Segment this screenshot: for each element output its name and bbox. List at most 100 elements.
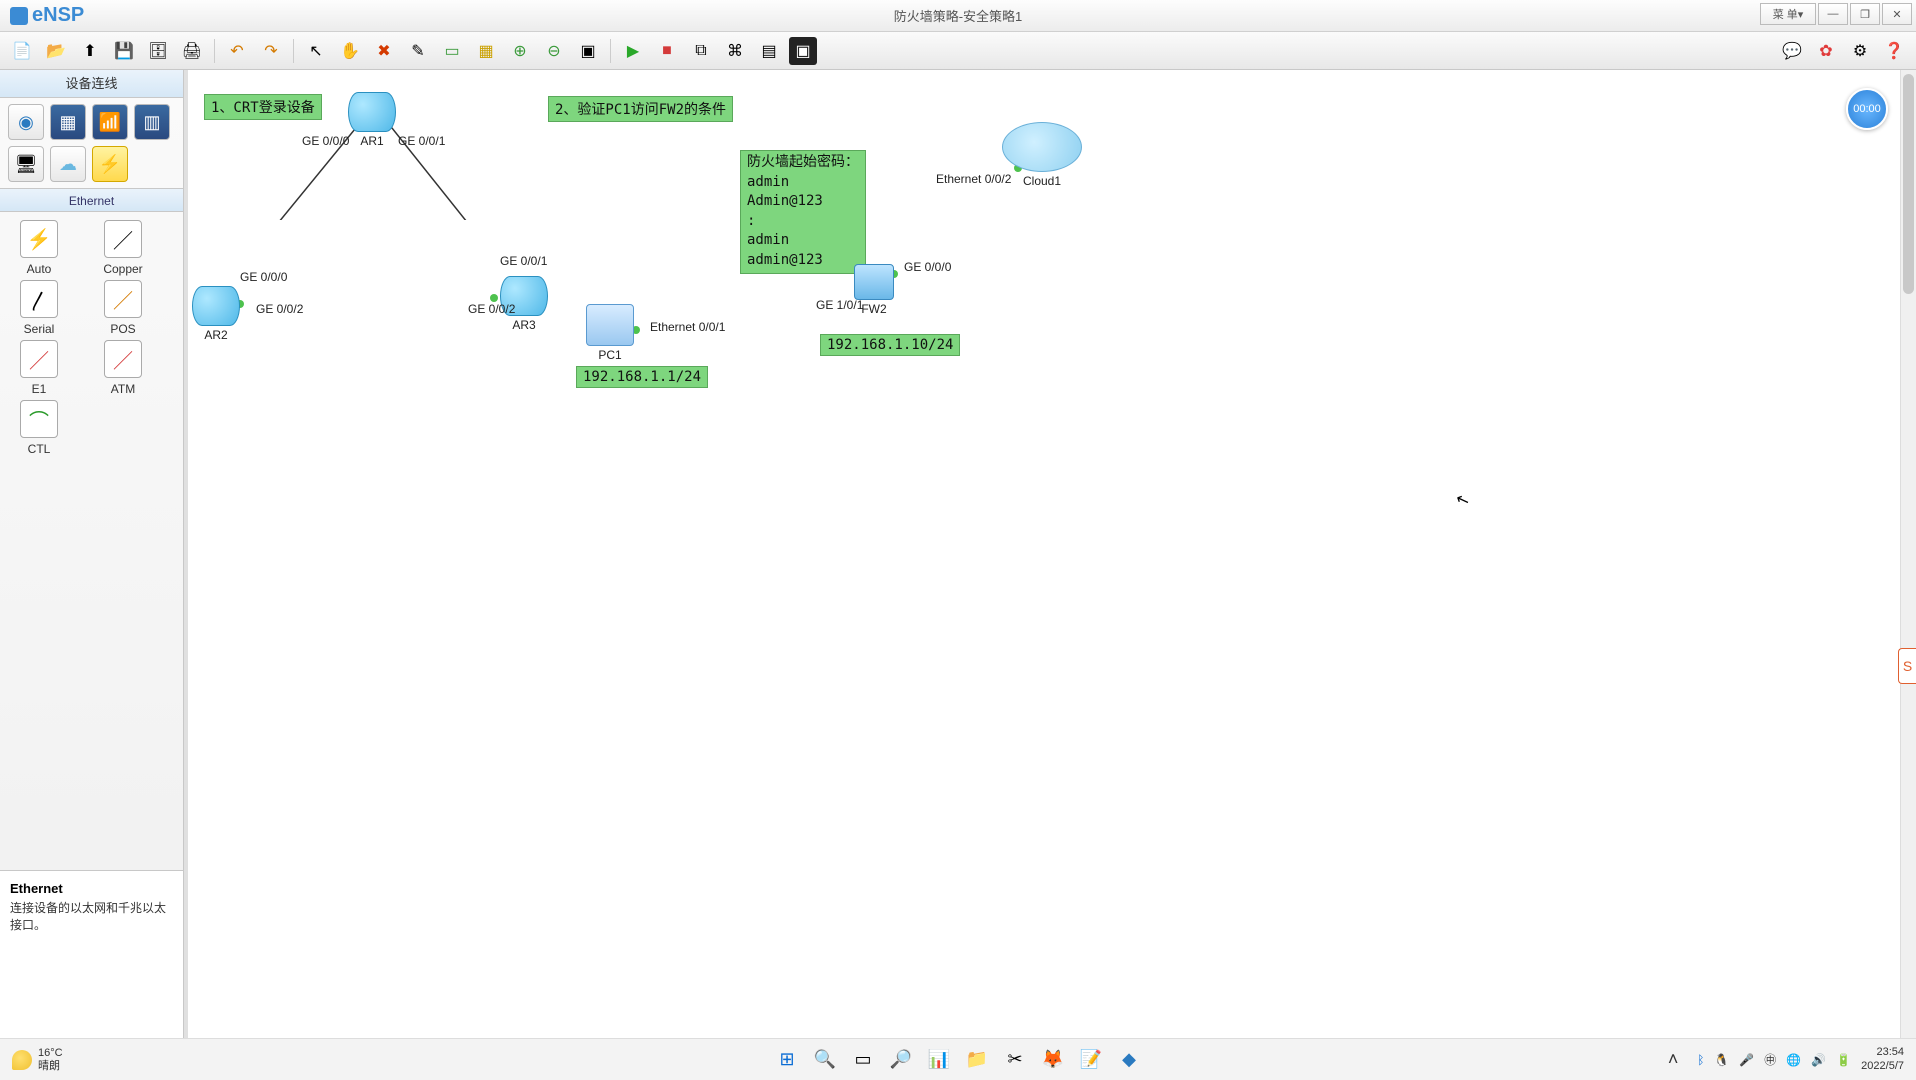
category-cloud[interactable]: ☁: [50, 146, 86, 182]
screenshot-button[interactable]: ▣: [789, 37, 817, 65]
notes-app[interactable]: 📝: [1077, 1046, 1105, 1074]
category-router[interactable]: ◉: [8, 104, 44, 140]
everything-app[interactable]: 🔎: [887, 1046, 915, 1074]
note-ip-pc1[interactable]: 192.168.1.1/24: [576, 366, 708, 388]
ensp-app[interactable]: ◆: [1115, 1046, 1143, 1074]
fit-button[interactable]: ▣: [574, 37, 602, 65]
category-row-2: 🖥 ☁ ⚡: [0, 146, 183, 188]
select-tool-button[interactable]: ↖: [302, 37, 330, 65]
ime-icon[interactable]: ㊥: [1764, 1051, 1776, 1068]
device-ar1[interactable]: AR1: [348, 92, 396, 148]
note-button[interactable]: ▭: [438, 37, 466, 65]
save-as-button[interactable]: 🗄: [144, 37, 172, 65]
undo-button[interactable]: ↶: [223, 37, 251, 65]
feedback-button[interactable]: 💬: [1778, 37, 1806, 65]
link-ctl[interactable]: ⌒CTL: [6, 400, 72, 456]
link-pos[interactable]: ／POS: [90, 280, 156, 336]
new-topo-button[interactable]: 📄: [8, 37, 36, 65]
mouse-cursor: ↖: [1453, 488, 1472, 511]
logo-icon: [10, 7, 28, 25]
title-bar: eNSP 防火墙策略-安全策略1 菜 单▾ — ❐ ✕: [0, 0, 1916, 32]
device-ar2[interactable]: AR2: [192, 286, 240, 342]
tray-expand[interactable]: ˄: [1659, 1046, 1687, 1074]
capture-button[interactable]: ⧉: [687, 37, 715, 65]
port-label: GE 0/0/0: [240, 270, 287, 284]
taskbar-weather[interactable]: 16°C 晴朗: [0, 1047, 75, 1071]
start-button[interactable]: ▶: [619, 37, 647, 65]
firewall-icon: [854, 264, 894, 300]
pc-icon: [586, 304, 634, 346]
file-explorer[interactable]: 📁: [963, 1046, 991, 1074]
link-copper[interactable]: ／Copper: [90, 220, 156, 276]
note-verify-pc1[interactable]: 2、验证PC1访问FW2的条件: [548, 96, 733, 122]
firefox-app[interactable]: 🦊: [1039, 1046, 1067, 1074]
note-ip-fw2[interactable]: 192.168.1.10/24: [820, 334, 960, 356]
vertical-scrollbar[interactable]: [1900, 70, 1916, 1040]
link-e1[interactable]: ／E1: [6, 340, 72, 396]
zoom-out-button[interactable]: ⊖: [540, 37, 568, 65]
import-button[interactable]: ⬆: [76, 37, 104, 65]
category-wlan[interactable]: 📶: [92, 104, 128, 140]
separator: [610, 39, 611, 63]
tray-clock[interactable]: 23:54 2022/5/7: [1861, 1046, 1904, 1072]
link-atm[interactable]: ／ATM: [90, 340, 156, 396]
cli-button[interactable]: ⌘: [721, 37, 749, 65]
close-button[interactable]: ✕: [1882, 3, 1912, 25]
scrollbar-thumb[interactable]: [1903, 74, 1914, 294]
search-button[interactable]: 🔍: [811, 1046, 839, 1074]
port-label: Ethernet 0/0/1: [650, 320, 725, 334]
palette-sub-header: Ethernet: [0, 188, 183, 212]
bluetooth-icon[interactable]: ᛒ: [1697, 1053, 1704, 1067]
menu-button[interactable]: 菜 单▾: [1760, 3, 1816, 25]
network-icon[interactable]: 🌐: [1786, 1053, 1801, 1067]
simulation-clock[interactable]: 00:00: [1846, 88, 1888, 130]
palette-button[interactable]: ▦: [472, 37, 500, 65]
atm-icon: ／: [104, 340, 142, 378]
volume-icon[interactable]: 🔊: [1811, 1053, 1826, 1067]
snipping-tool[interactable]: ✂: [1001, 1046, 1029, 1074]
grid-button[interactable]: ▤: [755, 37, 783, 65]
start-button[interactable]: ⊞: [773, 1046, 801, 1074]
edit-button[interactable]: ✎: [404, 37, 432, 65]
category-switch[interactable]: ▦: [50, 104, 86, 140]
window-controls: 菜 单▾ — ❐ ✕: [1760, 3, 1912, 25]
category-link[interactable]: ⚡: [92, 146, 128, 182]
main-area: 设备连线 ◉ ▦ 📶 ▥ 🖥 ☁ ⚡ Ethernet ⚡Auto ／Coppe…: [0, 70, 1916, 1040]
category-firewall[interactable]: ▥: [134, 104, 170, 140]
stop-button[interactable]: ■: [653, 37, 681, 65]
category-pc[interactable]: 🖥: [8, 146, 44, 182]
router-icon: [348, 92, 396, 132]
help-button[interactable]: ❓: [1880, 37, 1908, 65]
zoom-in-button[interactable]: ⊕: [506, 37, 534, 65]
delete-button[interactable]: ✖: [370, 37, 398, 65]
separator: [214, 39, 215, 63]
taskview-button[interactable]: ▭: [849, 1046, 877, 1074]
maximize-button[interactable]: ❐: [1850, 3, 1880, 25]
open-topo-button[interactable]: 📂: [42, 37, 70, 65]
monitor-app[interactable]: 📊: [925, 1046, 953, 1074]
link-auto[interactable]: ⚡Auto: [6, 220, 72, 276]
port-label: Ethernet 0/0/2: [936, 172, 1011, 186]
link-serial[interactable]: 〳Serial: [6, 280, 72, 336]
app-name: eNSP: [32, 4, 84, 27]
battery-icon[interactable]: 🔋: [1836, 1053, 1851, 1067]
mic-icon[interactable]: 🎤: [1739, 1053, 1754, 1067]
sogou-ime-widget[interactable]: S: [1898, 648, 1916, 684]
note-crt-login[interactable]: 1、CRT登录设备: [204, 94, 322, 120]
main-toolbar: 📄 📂 ⬆ 💾 🗄 🖨 ↶ ↷ ↖ ✋ ✖ ✎ ▭ ▦ ⊕ ⊖ ▣ ▶ ■ ⧉ …: [0, 32, 1916, 70]
redo-button[interactable]: ↷: [257, 37, 285, 65]
port-label: GE 0/0/2: [468, 302, 515, 316]
note-firewall-pwd[interactable]: 防火墙起始密码： admin Admin@123 : admin admin@1…: [740, 150, 866, 274]
topology-canvas[interactable]: 1、CRT登录设备 2、验证PC1访问FW2的条件 防火墙起始密码： admin…: [184, 70, 1916, 1040]
system-tray: ˄ ᛒ 🐧 🎤 ㊥ 🌐 🔊 🔋 23:54 2022/5/7: [1647, 1046, 1916, 1074]
settings-button[interactable]: ⚙: [1846, 37, 1874, 65]
qq-icon[interactable]: 🐧: [1714, 1053, 1729, 1067]
weather-icon: [12, 1050, 32, 1070]
print-button[interactable]: 🖨: [178, 37, 206, 65]
save-button[interactable]: 💾: [110, 37, 138, 65]
device-pc1[interactable]: PC1: [586, 304, 634, 362]
huawei-icon[interactable]: ✿: [1812, 37, 1840, 65]
minimize-button[interactable]: —: [1818, 3, 1848, 25]
pan-tool-button[interactable]: ✋: [336, 37, 364, 65]
device-cloud1[interactable]: Cloud1: [1002, 122, 1082, 188]
